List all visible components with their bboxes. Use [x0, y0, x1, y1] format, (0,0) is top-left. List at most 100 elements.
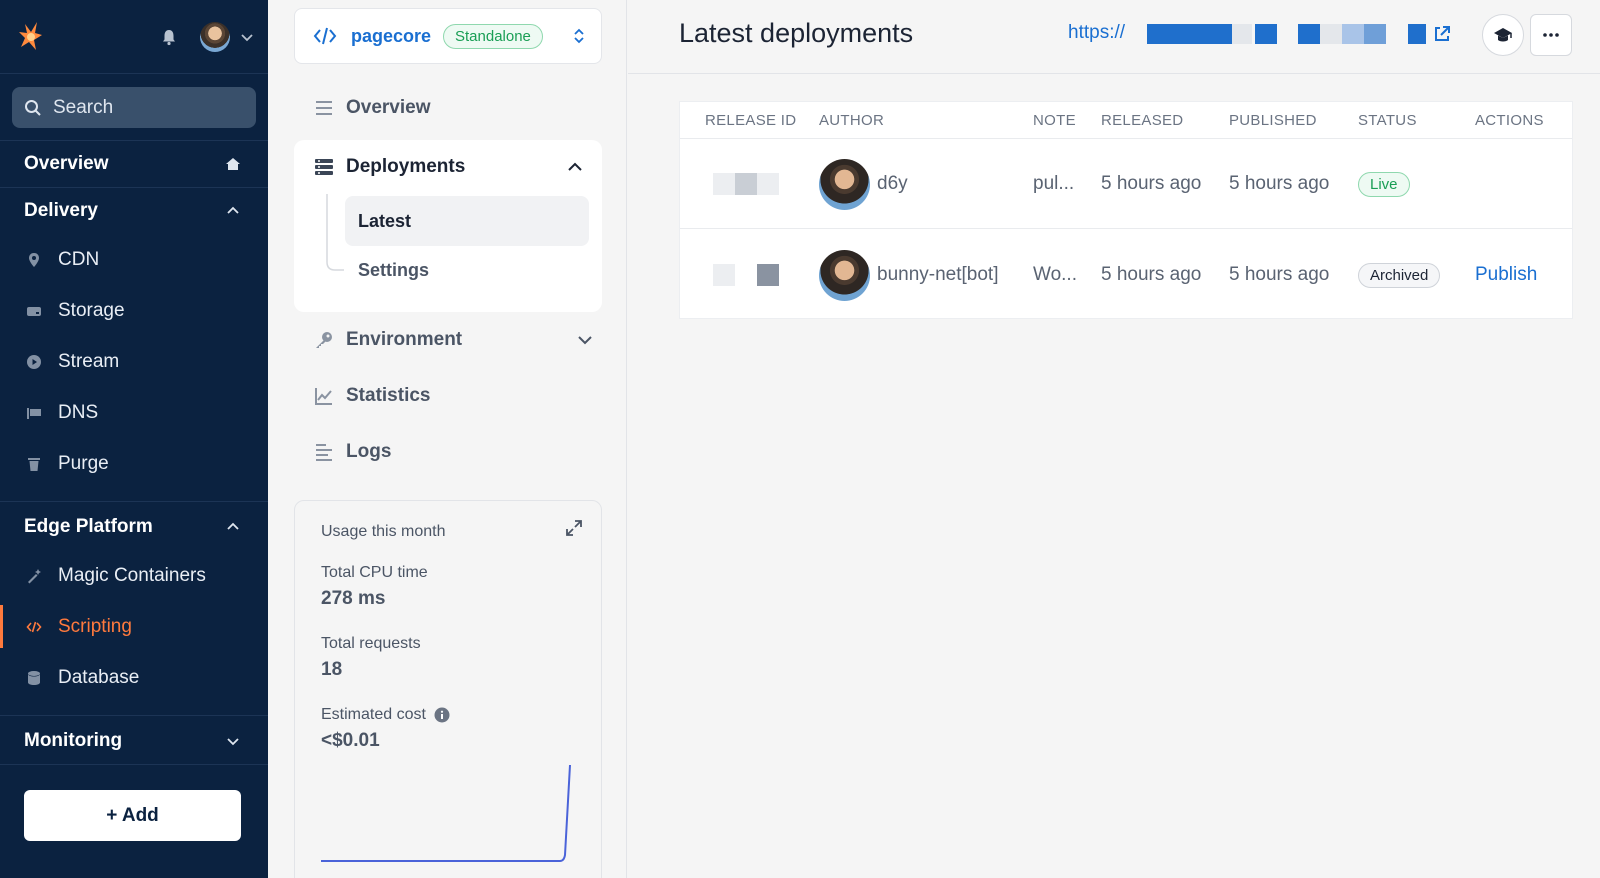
- requests-label: Total requests: [321, 635, 421, 652]
- column-header-note[interactable]: NOTE: [1033, 112, 1076, 129]
- deployments-nav-group: Deployments Latest Settings: [294, 140, 602, 312]
- search-icon: [25, 99, 41, 116]
- sidebar-item-label: CDN: [58, 248, 100, 270]
- nav-item-statistics[interactable]: Statistics: [314, 385, 430, 407]
- nav-item-overview[interactable]: Overview: [314, 97, 431, 119]
- page-title: Latest deployments: [679, 18, 914, 48]
- chevron-up-icon[interactable]: [566, 158, 584, 176]
- bunny-logo-icon[interactable]: [16, 20, 46, 54]
- user-avatar[interactable]: [200, 21, 230, 52]
- publish-link[interactable]: Publish: [1475, 264, 1537, 286]
- sidebar-topbar: [0, 0, 268, 74]
- nav-item-environment[interactable]: Environment: [314, 329, 594, 351]
- project-switcher[interactable]: pagecore Standalone: [294, 8, 602, 64]
- nav-item-label: Environment: [346, 329, 463, 350]
- nav-subitem-settings[interactable]: Settings: [358, 260, 429, 281]
- more-options-button[interactable]: [1530, 14, 1572, 56]
- sidebar-section-label: Delivery: [24, 200, 98, 221]
- column-header-actions: ACTIONS: [1475, 112, 1544, 129]
- nav-subitem-latest[interactable]: Latest: [345, 196, 589, 246]
- redacted-url-segment: [1320, 24, 1342, 44]
- cpu-time-value: 278 ms: [321, 588, 386, 609]
- sidebar-section-overview[interactable]: Overview: [0, 141, 268, 187]
- author-cell: d6y: [819, 139, 908, 229]
- usage-title: Usage this month: [321, 523, 446, 540]
- line-chart-icon: [315, 388, 332, 405]
- status-cell: Archived: [1358, 230, 1441, 320]
- nav-item-label: Statistics: [346, 385, 431, 406]
- column-header-release-id[interactable]: RELEASE ID: [705, 112, 796, 129]
- trash-icon: [28, 457, 40, 471]
- sidebar-item-label: Magic Containers: [58, 564, 206, 586]
- script-url-link[interactable]: https://: [1068, 22, 1125, 44]
- release-id-cell: [713, 139, 779, 229]
- play-circle-icon: [27, 354, 41, 369]
- requests-value: 18: [321, 659, 343, 680]
- sidebar-item-cdn[interactable]: CDN: [0, 234, 268, 285]
- sidebar-section-monitoring[interactable]: Monitoring: [0, 718, 268, 764]
- nav-item-label: Overview: [346, 97, 431, 118]
- sidebar-section-delivery[interactable]: Delivery: [0, 188, 268, 234]
- column-header-author[interactable]: AUTHOR: [819, 112, 884, 129]
- page-header: Latest deployments https://: [628, 0, 1600, 74]
- divider: [0, 715, 268, 716]
- status-badge: Live: [1358, 171, 1410, 197]
- expand-icon[interactable]: [565, 519, 583, 537]
- sidebar-item-stream[interactable]: Stream: [0, 336, 268, 387]
- menu-lines-icon: [316, 101, 332, 115]
- key-icon: [316, 332, 332, 348]
- sidebar-item-magic-containers[interactable]: Magic Containers: [0, 550, 268, 601]
- chevron-up-icon: [227, 206, 239, 214]
- selector-updown-icon[interactable]: [571, 27, 587, 45]
- status-cell: Live: [1358, 139, 1410, 229]
- account-chevron-down-icon[interactable]: [240, 30, 254, 44]
- nav-item-deployments[interactable]: Deployments: [314, 156, 584, 178]
- info-icon[interactable]: [434, 707, 450, 723]
- sidebar-section-label: Monitoring: [24, 730, 123, 751]
- table-row[interactable]: d6y pul... 5 hours ago 5 hours ago Live: [680, 139, 1572, 229]
- release-id-cell: [713, 230, 779, 320]
- sidebar-item-label: Storage: [58, 299, 125, 321]
- add-button[interactable]: + Add: [24, 790, 241, 841]
- sidebar-item-label: Purge: [58, 452, 109, 474]
- sidebar-search[interactable]: Search: [12, 87, 256, 128]
- external-link-icon[interactable]: [1432, 24, 1452, 44]
- sidebar-item-database[interactable]: Database: [0, 652, 268, 703]
- sidebar-item-purge[interactable]: Purge: [0, 438, 268, 489]
- redacted-url-segment: [1147, 24, 1232, 44]
- chevron-down-icon: [227, 738, 239, 746]
- sidebar-item-storage[interactable]: Storage: [0, 285, 268, 336]
- nav-item-label: Logs: [346, 441, 392, 462]
- sidebar-item-dns[interactable]: DNS: [0, 387, 268, 438]
- notification-bell-icon[interactable]: [160, 28, 178, 46]
- sidebar-item-label: Database: [58, 666, 140, 688]
- actions-cell: Publish: [1475, 230, 1537, 320]
- nav-item-logs[interactable]: Logs: [314, 441, 391, 463]
- ellipsis-icon: [1543, 33, 1559, 37]
- chevron-down-icon[interactable]: [576, 331, 594, 349]
- deployments-table: RELEASE ID AUTHOR NOTE RELEASED PUBLISHE…: [679, 101, 1573, 319]
- usage-summary-card: Usage this month Total CPU time 278 ms T…: [294, 500, 602, 878]
- sidebar-item-label: Scripting: [58, 615, 132, 637]
- storage-drive-icon: [27, 306, 41, 316]
- table-row[interactable]: bunny-net[bot] Wo... 5 hours ago 5 hours…: [680, 230, 1572, 320]
- redacted-url-segment: [1298, 24, 1320, 44]
- note-cell: Wo...: [1033, 264, 1077, 285]
- column-header-published[interactable]: PUBLISHED: [1229, 112, 1317, 129]
- sidebar-section-edge-platform[interactable]: Edge Platform: [0, 504, 268, 550]
- tree-connector: [326, 194, 344, 271]
- sidebar-item-scripting[interactable]: Scripting: [0, 601, 268, 652]
- home-icon: [226, 158, 240, 170]
- redacted-release-id: [713, 264, 779, 286]
- published-cell: 5 hours ago: [1229, 173, 1330, 194]
- column-header-released[interactable]: RELEASED: [1101, 112, 1183, 129]
- estimated-cost-label: Estimated cost: [321, 706, 426, 723]
- status-badge: Archived: [1358, 262, 1441, 288]
- learn-button[interactable]: [1482, 14, 1524, 56]
- deployments-stack-icon: [315, 159, 333, 175]
- magic-wand-icon: [28, 568, 41, 583]
- main-content: Latest deployments https:// RELEASE ID A…: [628, 0, 1600, 878]
- column-header-status[interactable]: STATUS: [1358, 112, 1417, 129]
- script-nav-panel: pagecore Standalone Overview Deployments…: [268, 0, 627, 878]
- redacted-url-segment: [1232, 24, 1252, 44]
